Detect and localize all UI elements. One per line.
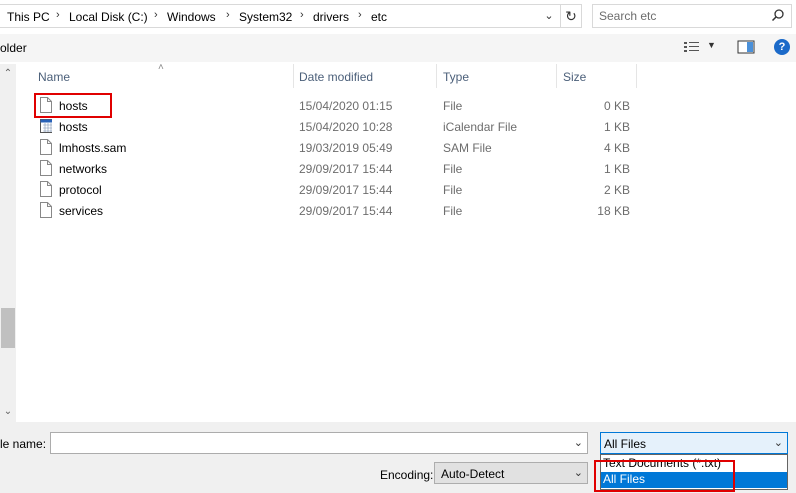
view-options-icon[interactable]	[683, 40, 701, 54]
breadcrumb-separator[interactable]: ›	[358, 9, 362, 21]
scroll-down-icon[interactable]: ⌄	[0, 406, 16, 417]
chevron-down-icon[interactable]: ⌄	[774, 436, 783, 449]
file-type: File	[443, 204, 463, 218]
breadcrumb-etc[interactable]: etc	[371, 10, 387, 24]
view-dropdown-icon[interactable]: ▼	[707, 40, 716, 50]
highlight-box	[34, 93, 112, 118]
file-row[interactable]: protocol 29/09/2017 15:44 File 2 KB	[20, 179, 796, 200]
file-type: File	[443, 162, 463, 176]
file-type: iCalendar File	[443, 120, 518, 134]
search-placeholder: Search etc	[599, 9, 657, 23]
encoding-label: Encoding:	[380, 468, 434, 482]
scroll-thumb[interactable]	[1, 308, 15, 348]
chevron-down-icon[interactable]: ⌄	[574, 466, 583, 479]
vertical-scrollbar[interactable]: ⌃ ⌄	[0, 64, 16, 422]
breadcrumb-windows[interactable]: Windows	[167, 10, 216, 24]
column-divider[interactable]	[436, 64, 437, 88]
chevron-down-icon[interactable]: ⌄	[574, 436, 583, 449]
breadcrumb-separator[interactable]: ›	[300, 9, 304, 21]
file-date: 29/09/2017 15:44	[299, 162, 393, 176]
scroll-up-icon[interactable]: ⌃	[0, 68, 16, 79]
file-date: 15/04/2020 10:28	[299, 120, 393, 134]
file-row[interactable]: hosts 15/04/2020 10:28 iCalendar File 1 …	[20, 116, 796, 137]
calendar-file-icon	[40, 119, 52, 133]
chevron-down-icon[interactable]: ⌄	[540, 9, 558, 25]
file-date: 15/04/2020 01:15	[299, 99, 393, 113]
file-date: 29/09/2017 15:44	[299, 204, 393, 218]
file-row[interactable]: networks 29/09/2017 15:44 File 1 KB	[20, 158, 796, 179]
highlight-box	[594, 460, 735, 492]
address-bar[interactable]: This PC › Local Disk (C:) › Windows › Sy…	[0, 4, 582, 28]
file-name: protocol	[59, 183, 102, 197]
file-size: 0 KB	[603, 99, 630, 113]
file-name-label: le name:	[0, 437, 47, 451]
sort-ascending-icon: ˄	[158, 62, 164, 73]
breadcrumb-separator[interactable]: ›	[56, 9, 60, 21]
breadcrumb-drivers[interactable]: drivers	[313, 10, 349, 24]
search-icon[interactable]	[771, 8, 785, 22]
file-name-input[interactable]: ⌄	[50, 432, 588, 454]
file-size: 1 KB	[603, 120, 630, 134]
file-icon	[40, 202, 52, 218]
file-name: services	[59, 204, 104, 218]
command-bar: older ▼ ?	[0, 34, 796, 62]
breadcrumb-local-disk[interactable]: Local Disk (C:)	[69, 10, 148, 24]
encoding-select[interactable]: Auto-Detect ⌄	[434, 462, 588, 484]
help-icon[interactable]: ?	[774, 39, 790, 55]
file-type-select[interactable]: All Files ⌄	[600, 432, 788, 454]
column-date-modified[interactable]: Date modified	[299, 70, 373, 84]
refresh-icon: ↻	[565, 8, 577, 24]
file-size: 1 KB	[603, 162, 630, 176]
file-name: lmhosts.sam	[59, 141, 127, 155]
breadcrumb-system32[interactable]: System32	[239, 10, 292, 24]
column-header-row: ˄ Name Date modified Type Size	[20, 62, 796, 88]
encoding-value: Auto-Detect	[441, 467, 505, 481]
column-type[interactable]: Type	[443, 70, 469, 84]
breadcrumb-separator[interactable]: ›	[226, 9, 230, 21]
file-row[interactable]: lmhosts.sam 19/03/2019 05:49 SAM File 4 …	[20, 137, 796, 158]
column-divider[interactable]	[636, 64, 637, 88]
breadcrumb-this-pc[interactable]: This PC	[7, 10, 50, 24]
breadcrumb-separator[interactable]: ›	[154, 9, 158, 21]
file-date: 29/09/2017 15:44	[299, 183, 393, 197]
file-name: networks	[59, 162, 108, 176]
column-name[interactable]: Name	[38, 70, 70, 84]
preview-pane-icon[interactable]	[737, 40, 755, 54]
file-icon	[40, 160, 52, 176]
file-size: 18 KB	[597, 204, 630, 218]
file-row[interactable]: hosts 15/04/2020 01:15 File 0 KB	[20, 95, 796, 116]
file-size: 2 KB	[603, 183, 630, 197]
refresh-button[interactable]: ↻	[560, 4, 582, 28]
file-icon	[40, 181, 52, 197]
new-folder-button[interactable]: older	[0, 41, 27, 55]
search-input[interactable]: Search etc	[592, 4, 792, 28]
column-divider[interactable]	[293, 64, 294, 88]
file-icon	[40, 139, 52, 155]
column-divider[interactable]	[556, 64, 557, 88]
file-name: hosts	[59, 120, 88, 134]
file-date: 19/03/2019 05:49	[299, 141, 393, 155]
address-bar-area: This PC › Local Disk (C:) › Windows › Sy…	[0, 0, 796, 34]
file-type: File	[443, 99, 463, 113]
file-row[interactable]: services 29/09/2017 15:44 File 18 KB	[20, 200, 796, 221]
file-size: 4 KB	[603, 141, 630, 155]
file-type: File	[443, 183, 463, 197]
file-type: SAM File	[443, 141, 492, 155]
file-type-selected: All Files	[604, 437, 647, 451]
column-size[interactable]: Size	[563, 70, 586, 84]
